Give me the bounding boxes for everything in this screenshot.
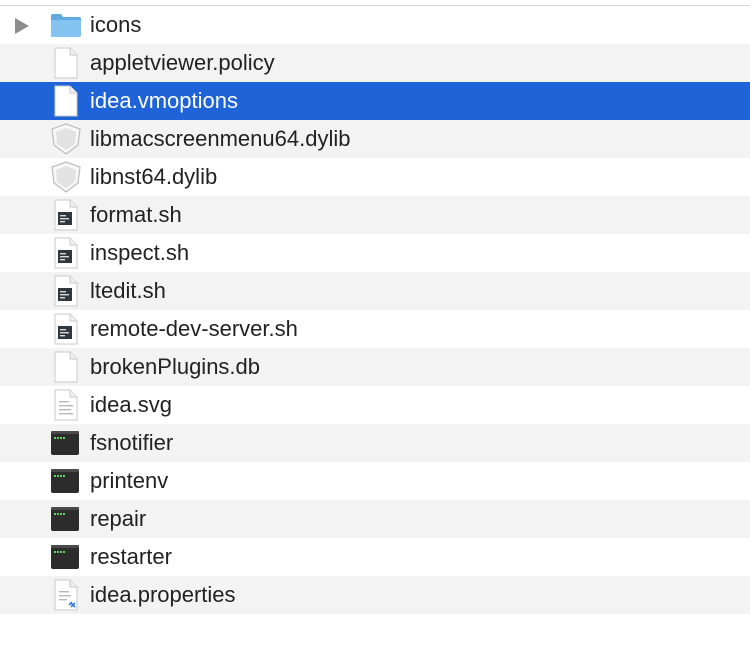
file-name: repair bbox=[90, 506, 147, 531]
file-name: appletviewer.policy bbox=[90, 50, 275, 75]
shell-script-icon bbox=[49, 313, 83, 345]
document-icon bbox=[49, 47, 83, 79]
file-name: libnst64.dylib bbox=[90, 164, 218, 189]
file-name: idea.svg bbox=[90, 392, 172, 417]
file-name: brokenPlugins.db bbox=[90, 354, 261, 379]
file-name: format.sh bbox=[90, 202, 182, 227]
terminal-executable-icon bbox=[49, 427, 83, 459]
file-row-brokenplugins-db[interactable]: brokenPlugins.db bbox=[0, 348, 750, 386]
file-name: restarter bbox=[90, 544, 172, 569]
file-name: remote-dev-server.sh bbox=[90, 316, 298, 341]
file-row-restarter[interactable]: restarter bbox=[0, 538, 750, 576]
file-name: idea.properties bbox=[90, 582, 236, 607]
file-name: printenv bbox=[90, 468, 169, 493]
shell-script-icon bbox=[49, 199, 83, 231]
terminal-executable-icon bbox=[49, 541, 83, 573]
shell-script-icon bbox=[49, 237, 83, 269]
file-list[interactable]: icons appletviewer.policy idea.vmoptions… bbox=[0, 6, 750, 614]
file-row-remote-dev-server-sh[interactable]: remote-dev-server.sh bbox=[0, 310, 750, 348]
file-name: idea.vmoptions bbox=[90, 88, 238, 113]
file-name: ltedit.sh bbox=[90, 278, 166, 303]
disclosure-triangle-icon[interactable] bbox=[15, 18, 29, 34]
file-row-idea-properties[interactable]: idea.properties bbox=[0, 576, 750, 614]
file-name: inspect.sh bbox=[90, 240, 190, 265]
file-row-libnst64-dylib[interactable]: libnst64.dylib bbox=[0, 158, 750, 196]
file-row-appletviewer-policy[interactable]: appletviewer.policy bbox=[0, 44, 750, 82]
file-row-format-sh[interactable]: format.sh bbox=[0, 196, 750, 234]
file-row-ltedit-sh[interactable]: ltedit.sh bbox=[0, 272, 750, 310]
terminal-executable-icon bbox=[49, 465, 83, 497]
file-row-repair[interactable]: repair bbox=[0, 500, 750, 538]
file-row-fsnotifier[interactable]: fsnotifier bbox=[0, 424, 750, 462]
shell-script-icon bbox=[49, 275, 83, 307]
document-icon bbox=[49, 351, 83, 383]
document-icon bbox=[49, 85, 83, 117]
terminal-executable-icon bbox=[49, 503, 83, 535]
file-row-idea-svg[interactable]: idea.svg bbox=[0, 386, 750, 424]
file-row-libmacscreenmenu64-dylib[interactable]: libmacscreenmenu64.dylib bbox=[0, 120, 750, 158]
file-row-printenv[interactable]: printenv bbox=[0, 462, 750, 500]
file-name: libmacscreenmenu64.dylib bbox=[90, 126, 351, 151]
dylib-icon bbox=[49, 161, 83, 193]
dylib-icon bbox=[49, 123, 83, 155]
file-name: icons bbox=[90, 12, 142, 37]
file-row-inspect-sh[interactable]: inspect.sh bbox=[0, 234, 750, 272]
text-document-icon bbox=[49, 389, 83, 421]
properties-document-icon bbox=[49, 579, 83, 611]
file-name: fsnotifier bbox=[90, 430, 174, 455]
file-row-idea-vmoptions[interactable]: idea.vmoptions bbox=[0, 82, 750, 120]
file-row-icons[interactable]: icons bbox=[0, 6, 750, 44]
folder-icon bbox=[49, 9, 83, 41]
